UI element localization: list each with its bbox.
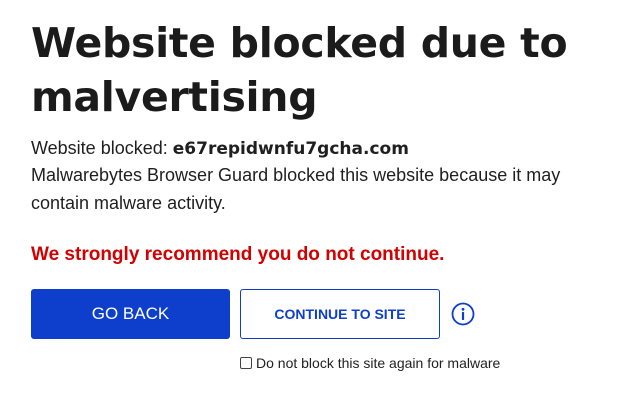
blocked-domain: e67repidwnfu7gcha.com bbox=[172, 139, 409, 159]
warning-message: We strongly recommend you do not continu… bbox=[31, 244, 445, 265]
do-not-block-checkbox-row[interactable]: Do not block this site again for malware bbox=[240, 355, 611, 371]
go-back-button[interactable]: GO BACK bbox=[31, 289, 230, 339]
blocked-label: Website blocked: bbox=[31, 138, 168, 158]
page-title: Website blocked due to malvertising bbox=[31, 19, 568, 121]
info-icon[interactable] bbox=[451, 302, 475, 326]
blocked-site-line: Website blocked: e67repidwnfu7gcha.com bbox=[31, 136, 611, 161]
continue-to-site-button[interactable]: CONTINUE TO SITE bbox=[240, 289, 440, 339]
block-description: Malwarebytes Browser Guard blocked this … bbox=[31, 165, 561, 213]
do-not-block-checkbox[interactable] bbox=[240, 357, 252, 369]
do-not-block-label: Do not block this site again for malware bbox=[256, 355, 501, 371]
block-page: Website blocked due to malvertising Webs… bbox=[31, 16, 611, 371]
action-row: GO BACK CONTINUE TO SITE bbox=[31, 289, 611, 339]
